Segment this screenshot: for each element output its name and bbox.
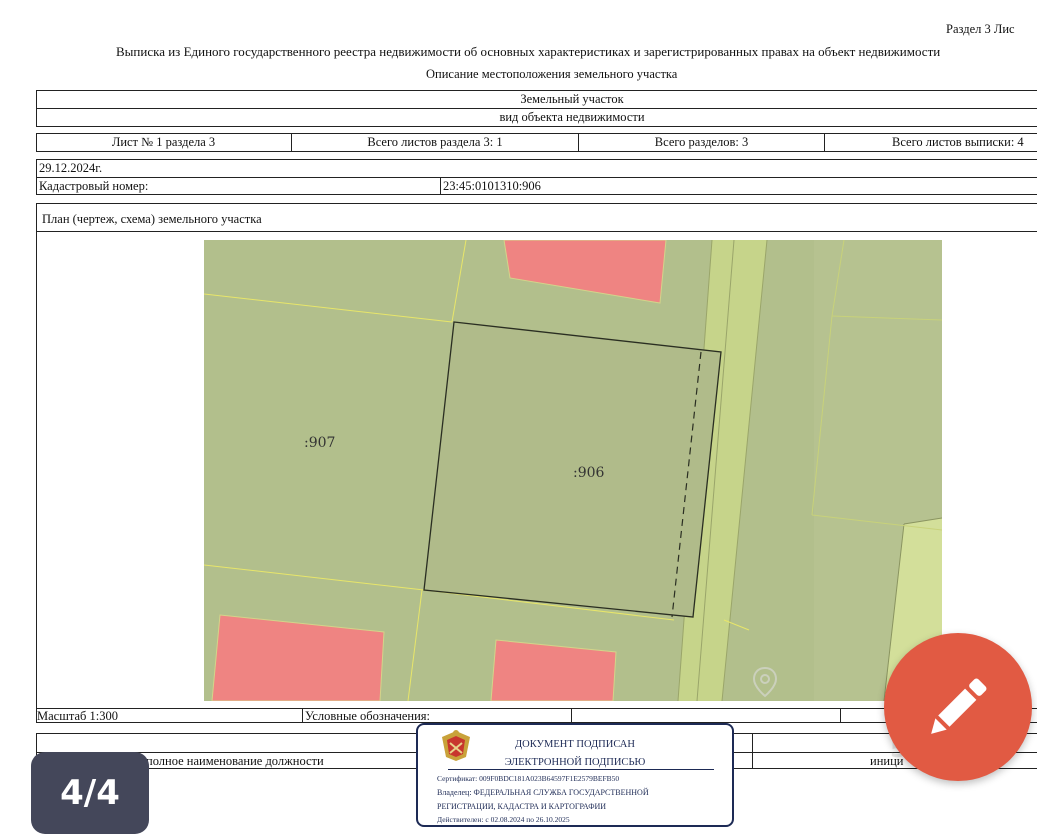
sheet-number: Лист № 1 раздела 3 <box>111 135 216 149</box>
parcel-906-label: :906 <box>573 465 605 481</box>
stamp-certificate: Сертификат: 009F0BDC181A023B64597F1E2579… <box>437 774 620 783</box>
pencil-icon <box>931 678 987 734</box>
stamp-owner-2: РЕГИСТРАЦИИ, КАДАСТРА И КАРТОГРАФИИ <box>437 802 607 811</box>
cadastral-number: 23:45:0101310:906 <box>443 179 541 193</box>
scale-label: Масштаб 1:300 <box>37 709 118 723</box>
stamp-owner-1: Владелец: ФЕДЕРАЛЬНАЯ СЛУЖБА ГОСУДАРСТВЕ… <box>437 788 649 797</box>
e-signature-stamp: ДОКУМЕНТ ПОДПИСАН ЭЛЕКТРОННОЙ ПОДПИСЬЮ С… <box>416 723 734 827</box>
total-sheets-section: Всего листов раздела 3: 1 <box>367 135 503 149</box>
cadastral-label: Кадастровый номер: <box>39 179 149 193</box>
location-pin-icon <box>752 666 778 698</box>
plan-title: План (чертеж, схема) земельного участка <box>42 212 262 226</box>
total-sheets-extract: Всего листов выписки: 4 <box>892 135 1024 149</box>
extract-date: 29.12.2024г. <box>39 161 103 175</box>
cadastral-map: :906 :907 <box>204 240 942 701</box>
total-sections: Всего разделов: 3 <box>654 135 749 149</box>
page-indicator[interactable]: 4/4 <box>31 752 149 834</box>
stamp-line2: ЭЛЕКТРОННОЙ ПОДПИСЬЮ <box>504 757 646 768</box>
edit-button[interactable] <box>884 633 1032 781</box>
parcel-907-label: :907 <box>304 435 335 451</box>
section-label: Раздел 3 Лис <box>946 22 1015 36</box>
legend-label: Условные обозначения: <box>305 709 431 723</box>
object-type-caption: вид объекта недвижимости <box>499 110 645 124</box>
document-subtitle: Описание местоположения земельного участ… <box>426 67 678 81</box>
document-title: Выписка из Единого государственного реес… <box>116 44 941 59</box>
stamp-validity: Действителен: с 02.08.2024 по 26.10.2025 <box>437 815 570 824</box>
position-label: полное наименование должности <box>146 754 324 768</box>
stamp-line1: ДОКУМЕНТ ПОДПИСАН <box>515 739 635 750</box>
object-type: Земельный участок <box>520 92 624 106</box>
